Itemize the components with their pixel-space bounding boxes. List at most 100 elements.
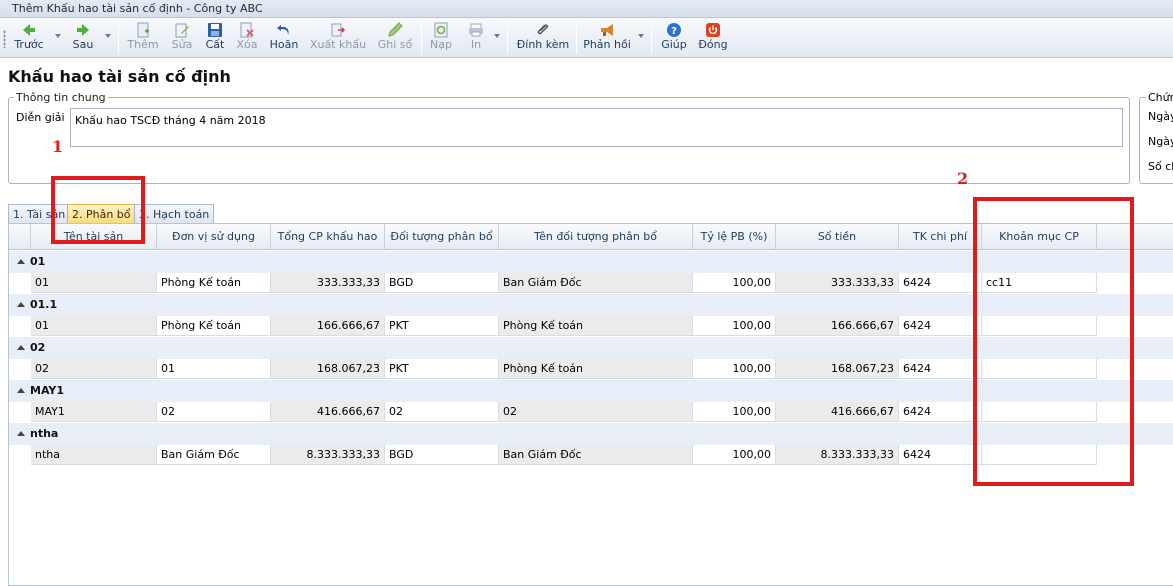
table-cell[interactable]: Ban Giám Đốc: [499, 445, 693, 465]
load-label: Nạp: [430, 38, 452, 51]
delete-document-icon: [240, 22, 254, 38]
column-header[interactable]: Số tiền: [776, 224, 899, 249]
save-button[interactable]: Cất: [203, 20, 227, 56]
post-button[interactable]: Ghi sổ: [376, 20, 414, 56]
group-label: 01: [17, 255, 45, 268]
toolbar-separator: [576, 22, 577, 54]
table-cell[interactable]: 6424: [899, 359, 982, 379]
edit-label: Sửa: [171, 38, 193, 51]
table-cell[interactable]: 6424: [899, 316, 982, 336]
delete-button[interactable]: Xóa: [234, 20, 260, 56]
close-button[interactable]: Đóng: [697, 20, 729, 56]
attach-button[interactable]: Đính kèm: [515, 20, 571, 56]
collapse-caret-icon[interactable]: [17, 302, 25, 307]
table-cell[interactable]: 8.333.333,33: [776, 445, 899, 465]
add-button[interactable]: Thêm: [126, 20, 160, 56]
column-header[interactable]: Đơn vị sử dụng: [157, 224, 271, 249]
table-cell[interactable]: Phòng Kế toán: [499, 359, 693, 379]
table-cell[interactable]: PKT: [385, 316, 499, 336]
table-cell[interactable]: 100,00: [693, 359, 776, 379]
table-cell[interactable]: 02: [385, 402, 499, 422]
edit-button[interactable]: Sửa: [168, 20, 196, 56]
feedback-label: Phản hồi: [583, 38, 631, 51]
table-cell[interactable]: 168.067,23: [271, 359, 385, 379]
pencil-icon: [388, 22, 403, 37]
table-cell[interactable]: 02: [31, 359, 157, 379]
table-cell[interactable]: 100,00: [693, 273, 776, 293]
group-label: 01.1: [17, 298, 57, 311]
arrow-left-icon: [23, 24, 35, 36]
header-spacer: [9, 224, 31, 249]
column-header[interactable]: Đối tượng phân bổ: [385, 224, 499, 249]
table-cell[interactable]: 166.666,67: [776, 316, 899, 336]
column-header[interactable]: Tên đối tượng phân bổ: [499, 224, 693, 249]
load-button[interactable]: Nạp: [428, 20, 454, 56]
column-header[interactable]: Tỷ lệ PB (%): [693, 224, 776, 249]
print-dropdown-icon[interactable]: [494, 34, 500, 38]
page-title: Khấu hao tài sản cố định: [8, 67, 231, 86]
prev-label: Trước: [14, 38, 44, 51]
table-cell[interactable]: 166.666,67: [271, 316, 385, 336]
edit-document-icon: [175, 23, 189, 38]
help-button[interactable]: ? Giúp: [659, 20, 689, 56]
table-cell[interactable]: PKT: [385, 359, 499, 379]
undo-button[interactable]: Hoãn: [268, 20, 300, 56]
table-cell[interactable]: Phòng Kế toán: [499, 316, 693, 336]
table-cell[interactable]: 01: [157, 359, 271, 379]
group-label: MAY1: [17, 384, 64, 397]
table-cell[interactable]: 02: [157, 402, 271, 422]
table-cell[interactable]: 01: [31, 273, 157, 293]
table-cell[interactable]: 416.666,67: [271, 402, 385, 422]
print-button[interactable]: In: [464, 20, 488, 56]
collapse-caret-icon[interactable]: [17, 431, 25, 436]
table-cell[interactable]: 100,00: [693, 445, 776, 465]
table-cell[interactable]: 416.666,67: [776, 402, 899, 422]
toolbar-separator: [118, 22, 119, 54]
table-cell[interactable]: 100,00: [693, 316, 776, 336]
feedback-button[interactable]: Phản hồi: [583, 20, 631, 56]
power-icon: [706, 23, 720, 37]
undo-icon: [277, 25, 289, 35]
group-label-text: 02: [30, 341, 46, 354]
next-button[interactable]: Sau: [68, 20, 98, 56]
table-cell[interactable]: BGD: [385, 273, 499, 293]
window-title: Thêm Khấu hao tài sản cố định - Công ty …: [0, 0, 1173, 18]
feedback-dropdown-icon[interactable]: [638, 34, 644, 38]
table-cell[interactable]: 6424: [899, 273, 982, 293]
voucher-date-label: Ngày: [1148, 110, 1173, 123]
table-cell[interactable]: BGD: [385, 445, 499, 465]
add-label: Thêm: [127, 38, 159, 51]
table-cell[interactable]: Phòng Kế toán: [157, 316, 271, 336]
next-dropdown-icon[interactable]: [105, 34, 111, 38]
table-cell[interactable]: 333.333,33: [271, 273, 385, 293]
table-cell[interactable]: 100,00: [693, 402, 776, 422]
group-label: ntha: [17, 427, 58, 440]
table-cell[interactable]: 01: [31, 316, 157, 336]
table-cell[interactable]: 02: [499, 402, 693, 422]
print-label: In: [470, 38, 482, 51]
column-header[interactable]: Tổng CP khấu hao: [271, 224, 385, 249]
table-cell[interactable]: 333.333,33: [776, 273, 899, 293]
collapse-caret-icon[interactable]: [17, 388, 25, 393]
table-cell[interactable]: Ban Giám Đốc: [157, 445, 271, 465]
toolbar-grip[interactable]: [3, 30, 6, 48]
column-header[interactable]: TK chi phí: [899, 224, 982, 249]
prev-button[interactable]: Trước: [12, 20, 46, 56]
table-cell[interactable]: 8.333.333,33: [271, 445, 385, 465]
table-cell[interactable]: 168.067,23: [776, 359, 899, 379]
annotation-box-1: [51, 176, 145, 244]
table-cell[interactable]: MAY1: [31, 402, 157, 422]
table-cell[interactable]: 6424: [899, 445, 982, 465]
description-input[interactable]: Khấu hao TSCĐ tháng 4 năm 2018: [70, 108, 1123, 147]
export-button[interactable]: Xuất khẩu: [309, 20, 367, 56]
tab-accounting[interactable]: 3. Hạch toán: [134, 204, 215, 224]
collapse-caret-icon[interactable]: [17, 259, 25, 264]
table-cell[interactable]: Ban Giám Đốc: [499, 273, 693, 293]
table-cell[interactable]: ntha: [31, 445, 157, 465]
collapse-caret-icon[interactable]: [17, 345, 25, 350]
svg-text:?: ?: [671, 26, 677, 37]
table-cell[interactable]: 6424: [899, 402, 982, 422]
prev-dropdown-icon[interactable]: [55, 34, 61, 38]
table-cell[interactable]: Phòng Kế toán: [157, 273, 271, 293]
save-floppy-icon: [208, 23, 222, 37]
